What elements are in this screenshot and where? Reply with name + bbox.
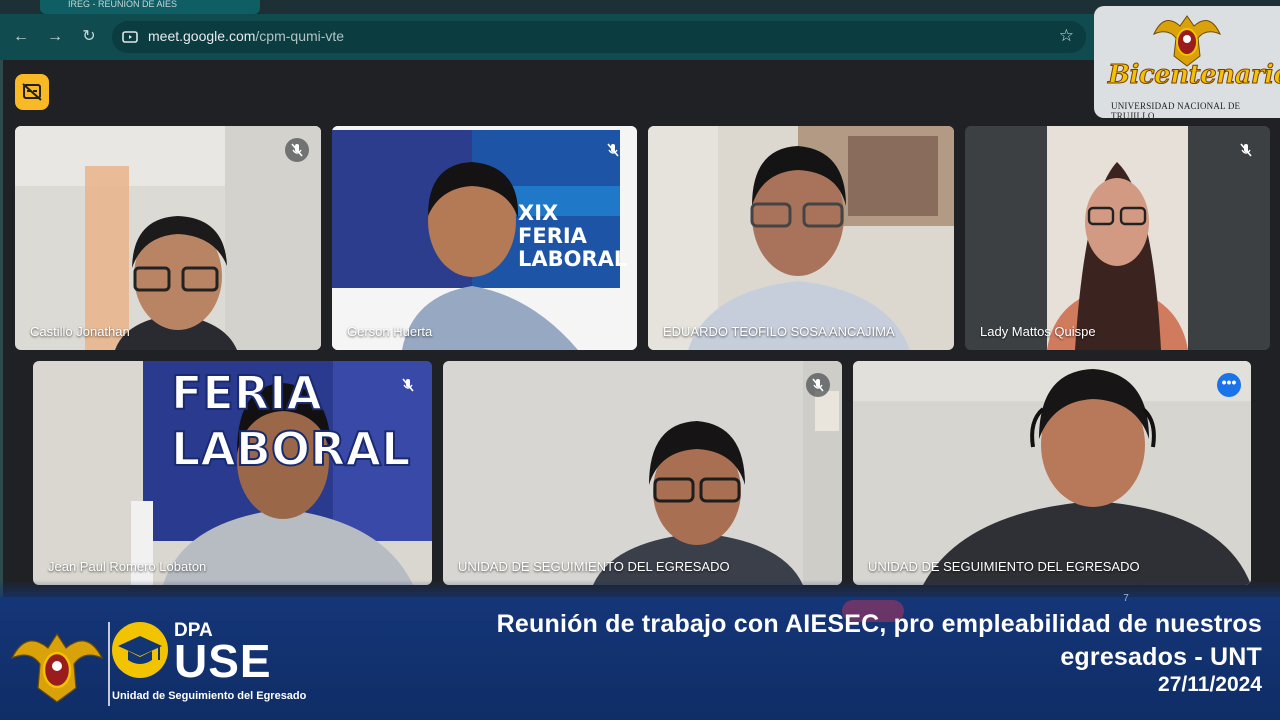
use-logo: DPA USE Unidad de Seguimiento del Egresa…	[112, 620, 332, 710]
banner-line: LABORAL	[170, 421, 411, 477]
mic-off-icon	[396, 373, 420, 397]
browser-tab[interactable]: IREG - REUNIÓN DE AIES	[40, 0, 260, 14]
participant-tile[interactable]: EDUARDO TEOFILO SOSA ANCAJIMA	[648, 126, 954, 350]
mic-off-icon	[1234, 138, 1258, 162]
meet-site-icon[interactable]	[122, 29, 138, 45]
banner-line: LABORAL	[518, 247, 628, 271]
logo-divider	[108, 622, 110, 706]
participant-name: UNIDAD DE SEGUIMIENTO DEL EGRESADO	[868, 559, 1140, 574]
use-label: USE	[174, 635, 272, 687]
participant-name: UNIDAD DE SEGUIMIENTO DEL EGRESADO	[458, 559, 730, 574]
browser-toolbar: ← → ↻ meet.google.com/cpm-qumi-vte ☆ 🔈 ⋮	[0, 14, 1280, 60]
unt-crest-icon	[1153, 15, 1221, 67]
unt-wordmark: UNIVERSIDAD NACIONAL DE TRUJILLO	[1111, 101, 1241, 118]
participant-video	[15, 126, 321, 350]
participant-video	[853, 361, 1251, 585]
mic-off-icon	[806, 373, 830, 397]
participant-name: Castillo Jonathan	[30, 324, 130, 339]
banner-line: FERIA	[518, 224, 587, 248]
participant-name: Jean Paul Romero Lobaton	[48, 559, 207, 574]
graduation-cap-icon	[112, 622, 168, 678]
participant-video	[965, 126, 1270, 350]
caption-date: 27/11/2024	[1158, 673, 1262, 696]
participant-name: Lady Mattos Quispe	[980, 324, 1096, 339]
forward-arrow-icon[interactable]: →	[44, 26, 66, 48]
captions-off-icon	[22, 83, 42, 101]
participant-tile[interactable]: UNIDAD DE SEGUIMIENTO DEL EGRESADO	[443, 361, 842, 585]
mic-off-icon	[285, 138, 309, 162]
caption-title: Reunión de trabajo con AIESEC, pro emple…	[496, 610, 1262, 671]
url-host: meet.google.com	[148, 28, 256, 44]
unt-crest-icon	[10, 632, 104, 703]
address-bar[interactable]: meet.google.com/cpm-qumi-vte ☆	[112, 21, 1086, 53]
reload-icon[interactable]: ↻	[78, 26, 100, 48]
browser-tab-strip: IREG - REUNIÓN DE AIES	[0, 0, 1280, 14]
banner-line: FERIA	[170, 365, 323, 421]
participant-tile-active-speaker[interactable]: ••• UNIDAD DE SEGUIMIENTO DEL EGRESADO	[853, 361, 1251, 585]
participant-name: Gerson Huerta	[347, 324, 433, 339]
captions-off-button[interactable]	[15, 74, 49, 110]
bookmark-star-icon[interactable]: ☆	[1059, 26, 1074, 46]
participant-count: 7	[1123, 593, 1129, 604]
participant-tile[interactable]: XIX FERIA LABORAL Gerson Huerta	[332, 126, 637, 350]
participant-video	[648, 126, 954, 350]
tab-title: IREG - REUNIÓN DE AIES	[68, 0, 178, 9]
mic-off-icon	[601, 138, 625, 162]
participant-video	[443, 361, 842, 585]
more-options-button[interactable]: •••	[1217, 373, 1241, 397]
use-subtitle: Unidad de Seguimiento del Egresado	[112, 690, 307, 702]
back-arrow-icon[interactable]: ←	[10, 26, 32, 48]
feria-banner-text: XIX FERIA LABORAL	[518, 202, 627, 271]
participant-tile[interactable]: Castillo Jonathan	[15, 126, 321, 350]
feria-banner-text: FERIA LABORAL	[170, 365, 411, 477]
participant-name: EDUARDO TEOFILO SOSA ANCAJIMA	[663, 324, 895, 339]
participant-tile[interactable]: FERIA LABORAL Jean Paul Romero Lobaton	[33, 361, 432, 585]
url-path: /cpm-qumi-vte	[255, 28, 345, 44]
banner-line: XIX	[518, 201, 559, 225]
participant-tile[interactable]: Lady Mattos Quispe	[965, 126, 1270, 350]
